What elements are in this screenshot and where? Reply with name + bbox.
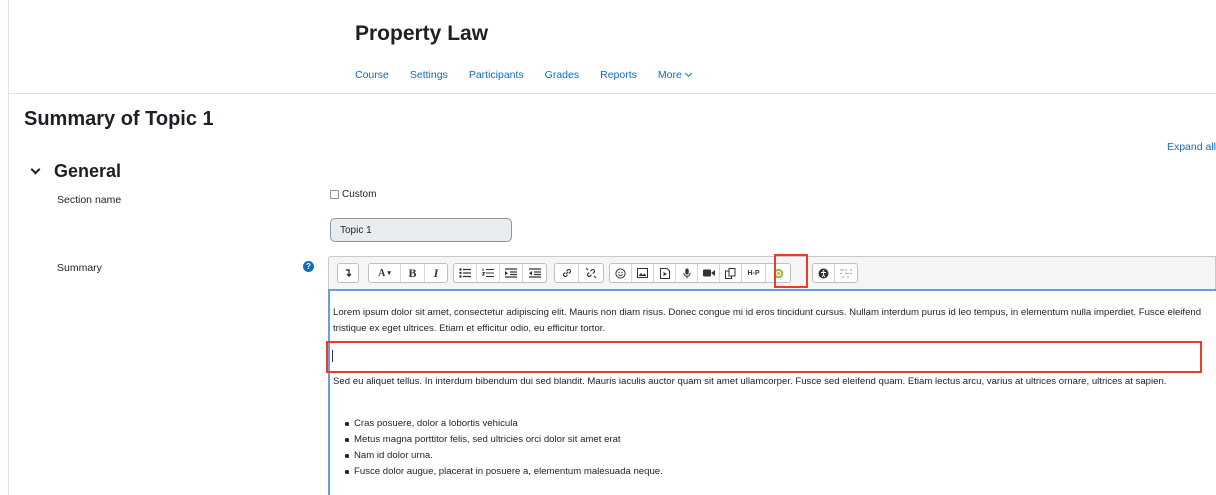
course-title: Property Law xyxy=(355,22,489,45)
chevron-down-icon xyxy=(684,69,692,78)
list-item: Nam id dolor urna. xyxy=(345,448,663,464)
italic-icon[interactable]: I xyxy=(425,264,447,282)
custom-checkbox-row[interactable]: Custom xyxy=(330,189,376,200)
nav-participants[interactable]: Participants xyxy=(469,69,524,81)
editor-toolbar: A ▾ B I H‑P xyxy=(328,256,1216,289)
list-item: Fusce dolor augue, placerat in posuere a… xyxy=(345,464,663,480)
h5p-icon[interactable]: H‑P xyxy=(742,264,766,282)
nav-reports[interactable]: Reports xyxy=(600,69,637,81)
section-title: General xyxy=(54,161,122,181)
nav-course[interactable]: Course xyxy=(355,69,389,81)
ordered-list-icon[interactable] xyxy=(477,264,500,282)
link-icon[interactable] xyxy=(555,264,579,282)
font-color-icon[interactable]: A ▾ xyxy=(369,264,401,282)
list-item: Metus magna porttitor felis, sed ultrici… xyxy=(345,432,663,448)
nav-more[interactable]: More xyxy=(657,69,692,81)
screenreader-helper-icon[interactable] xyxy=(835,264,857,282)
custom-checkbox-label: Custom xyxy=(342,189,377,200)
record-audio-icon[interactable] xyxy=(676,264,698,282)
plugin-highlight-box xyxy=(774,254,808,288)
emoji-icon[interactable] xyxy=(610,264,632,282)
accessibility-checker-icon[interactable] xyxy=(813,264,835,282)
divider xyxy=(8,94,9,495)
nav-grades[interactable]: Grades xyxy=(545,69,579,81)
bullet-list: Cras posuere, dolor a lobortis vehicula … xyxy=(345,416,663,480)
nav-settings[interactable]: Settings xyxy=(410,69,448,81)
outdent-icon[interactable] xyxy=(523,264,546,282)
course-header: Property Law Course Settings Participant… xyxy=(8,0,1216,94)
expand-all-link[interactable]: Expand all xyxy=(1167,141,1216,153)
list-item: Cras posuere, dolor a lobortis vehicula xyxy=(345,416,663,432)
paragraph-1: Lorem ipsum dolor sit amet, consectetur … xyxy=(333,307,1202,334)
nav-more-label: More xyxy=(657,69,682,81)
empty-line-highlight xyxy=(326,341,1202,373)
unordered-list-icon[interactable] xyxy=(454,264,477,282)
media-icon[interactable] xyxy=(654,264,676,282)
bold-icon[interactable]: B xyxy=(401,264,425,282)
page-title: Summary of Topic 1 xyxy=(24,108,214,130)
collapse-icon[interactable] xyxy=(338,264,358,282)
indent-icon[interactable] xyxy=(500,264,523,282)
manage-files-icon[interactable] xyxy=(720,264,742,282)
image-icon[interactable] xyxy=(632,264,654,282)
section-name-input[interactable] xyxy=(330,218,512,242)
chevron-down-icon xyxy=(30,164,41,175)
course-nav: Course Settings Participants Grades Repo… xyxy=(355,69,712,81)
section-name-label: Section name xyxy=(57,194,122,206)
help-icon[interactable]: ? xyxy=(303,261,314,272)
section-toggle-general[interactable]: General xyxy=(30,161,122,182)
record-video-icon[interactable] xyxy=(698,264,720,282)
custom-checkbox[interactable] xyxy=(330,190,339,199)
paragraph-2: Sed eu aliquet tellus. In interdum biben… xyxy=(333,376,1167,387)
text-caret xyxy=(332,350,333,362)
unlink-icon[interactable] xyxy=(579,264,603,282)
summary-label: Summary xyxy=(57,262,102,274)
